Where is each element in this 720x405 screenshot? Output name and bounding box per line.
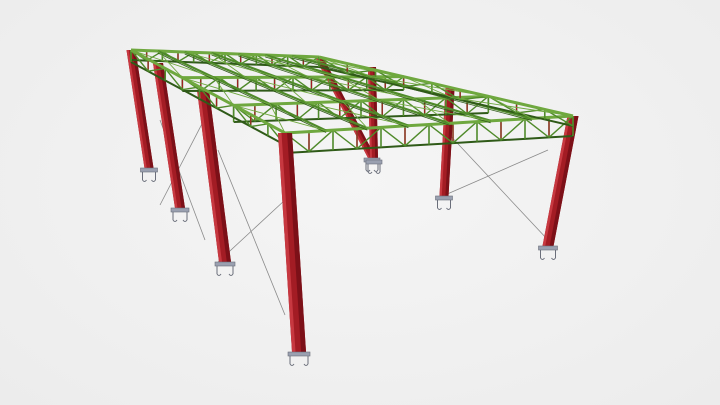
base-plate — [365, 159, 383, 165]
base-plate — [435, 195, 453, 201]
base-plate — [287, 351, 311, 357]
frame-truss-diagonal — [308, 129, 334, 153]
anchor-hook — [437, 207, 442, 210]
base-plate — [538, 245, 558, 251]
frame-truss-diagonal — [380, 126, 406, 147]
anchor-hook — [551, 257, 556, 260]
anchor-hook — [172, 219, 178, 222]
steel-structure-render — [126, 48, 579, 366]
anchor-hook — [142, 179, 147, 182]
anchor-hook — [540, 257, 545, 260]
anchor-hook — [216, 273, 222, 276]
front-columns — [278, 133, 306, 352]
anchor-hook — [303, 363, 309, 366]
base-plate — [214, 261, 236, 267]
edge-truss-diagonal — [250, 123, 269, 128]
bracing-cable — [217, 149, 286, 316]
bracing-cable — [444, 129, 549, 241]
anchor-hook — [151, 179, 156, 182]
back-columns — [126, 50, 579, 262]
roof-truss-system — [130, 48, 574, 154]
anchor-hook — [375, 171, 381, 174]
frame-truss-diagonal — [500, 118, 526, 141]
anchor-hook — [289, 363, 295, 366]
anchor-hook — [446, 207, 451, 210]
anchor-hook — [182, 219, 188, 222]
anchor-hook — [228, 273, 234, 276]
frame-truss-diagonal — [404, 123, 430, 147]
frame-truss-diagonal — [332, 129, 358, 150]
edge-truss-diagonal — [216, 104, 234, 109]
base-plate — [170, 207, 190, 213]
frame-truss-diagonal — [452, 121, 478, 144]
anchor-hook — [373, 169, 379, 172]
frame-truss-diagonal — [524, 118, 550, 138]
bracing-cable — [444, 149, 549, 196]
3d-model-viewport[interactable] — [0, 0, 720, 405]
base-plate — [140, 167, 158, 173]
column-base-plates — [140, 157, 558, 366]
frame-truss-diagonal — [476, 121, 502, 141]
anchor-hook — [367, 171, 373, 174]
